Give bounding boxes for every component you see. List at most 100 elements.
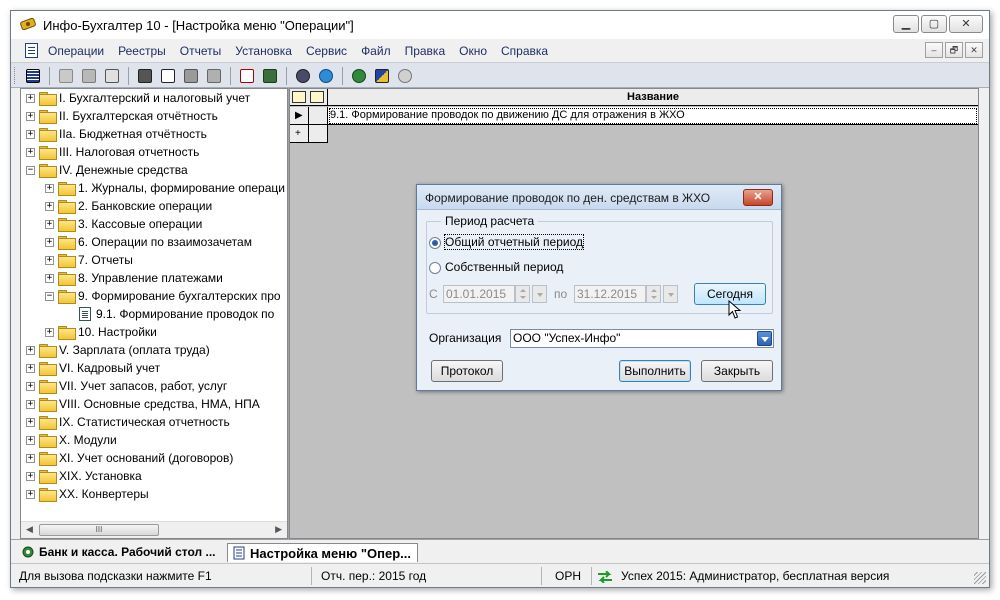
- radio-own-period[interactable]: [429, 262, 441, 274]
- clip-icon[interactable]: [292, 91, 306, 103]
- grid-new-row[interactable]: +: [290, 125, 328, 143]
- tree-item[interactable]: +6. Операции по взаимозачетам: [45, 233, 252, 251]
- radio-common-period-label[interactable]: Общий отчетный период: [444, 234, 584, 250]
- menu-registers[interactable]: Реестры: [111, 44, 173, 58]
- close-window-button[interactable]: ✕: [949, 15, 983, 33]
- tree-item[interactable]: + II. Бухгалтерская отчётность: [26, 107, 218, 125]
- menu-file[interactable]: Файл: [354, 44, 398, 58]
- scroll-thumb[interactable]: III: [39, 524, 159, 536]
- radio-common-period[interactable]: [429, 237, 441, 249]
- expand-icon[interactable]: +: [26, 399, 35, 409]
- tree-item-selected[interactable]: 9.1. Формирование проводок по: [79, 305, 274, 323]
- tree-item[interactable]: + VII. Учет запасов, работ, услуг: [26, 377, 227, 395]
- document-menu-icon[interactable]: [25, 43, 38, 58]
- dropdown-arrow-icon[interactable]: [757, 331, 772, 346]
- menu-setup[interactable]: Установка: [228, 44, 299, 58]
- menu-edit[interactable]: Правка: [398, 44, 453, 58]
- expand-icon[interactable]: +: [45, 273, 54, 283]
- cut-button[interactable]: [102, 66, 122, 86]
- tree-item[interactable]: +2. Банковские операции: [45, 197, 212, 215]
- menu-help[interactable]: Справка: [494, 44, 555, 58]
- expand-icon[interactable]: +: [45, 201, 54, 211]
- to-date-spinner[interactable]: [646, 285, 661, 303]
- to-date-dropdown[interactable]: [663, 285, 678, 303]
- menu-window[interactable]: Окно: [452, 44, 494, 58]
- tree-item[interactable]: +10. Настройки: [45, 323, 157, 341]
- tree-item[interactable]: + XIX. Установка: [26, 467, 142, 485]
- tree-item[interactable]: + III. Налоговая отчетность: [26, 143, 199, 161]
- expand-icon[interactable]: +: [26, 489, 35, 499]
- execute-button[interactable]: Выполнить: [619, 360, 691, 382]
- refresh-button[interactable]: [316, 66, 336, 86]
- tree-item[interactable]: + IIa. Бюджетная отчётность: [26, 125, 207, 143]
- tab-bank-cash[interactable]: Банк и касса. Рабочий стол ...: [17, 543, 222, 562]
- organization-select[interactable]: ООО "Успех-Инфо": [510, 329, 774, 348]
- mdi-minimize-button[interactable]: –: [925, 42, 943, 58]
- tools-button[interactable]: [293, 66, 313, 86]
- tree-item[interactable]: +3. Кассовые операции: [45, 215, 202, 233]
- expand-icon[interactable]: +: [26, 453, 35, 463]
- collapse-icon[interactable]: −: [26, 165, 35, 175]
- expand-icon[interactable]: +: [45, 219, 54, 229]
- expand-icon[interactable]: +: [26, 471, 35, 481]
- palette-button[interactable]: [372, 66, 392, 86]
- tree-item[interactable]: + VIII. Основные средства, НМА, НПА: [26, 395, 260, 413]
- expand-icon[interactable]: +: [26, 129, 35, 139]
- gear-button[interactable]: [349, 66, 369, 86]
- expand-icon[interactable]: +: [26, 345, 35, 355]
- mdi-close-button[interactable]: ✕: [965, 42, 983, 58]
- network-button[interactable]: [395, 66, 415, 86]
- menu-reports[interactable]: Отчеты: [173, 44, 228, 58]
- dialog-close-button[interactable]: ✕: [743, 189, 773, 206]
- grid-cell-name[interactable]: 9.1. Формирование проводок по движению Д…: [328, 107, 978, 125]
- tree-item[interactable]: + XI. Учет оснований (договоров): [26, 449, 233, 467]
- print-button[interactable]: [135, 66, 155, 86]
- tree-item[interactable]: + V. Зарплата (оплата труда): [26, 341, 210, 359]
- toolbar-grip[interactable]: [14, 67, 17, 84]
- expand-icon[interactable]: +: [26, 417, 35, 427]
- tree-item[interactable]: + VI. Кадровый учет: [26, 359, 160, 377]
- expand-icon[interactable]: +: [45, 255, 54, 265]
- menu-service[interactable]: Сервис: [299, 44, 354, 58]
- tree-item[interactable]: − 9. Формирование бухгалтерских про: [45, 287, 281, 305]
- from-date-spinner[interactable]: [515, 285, 530, 303]
- expand-icon[interactable]: +: [26, 111, 35, 121]
- protocol-button[interactable]: Протокол: [431, 360, 503, 382]
- tree-item[interactable]: + I. Бухгалтерский и налоговый учет: [26, 89, 250, 107]
- grid-view-button[interactable]: [23, 66, 43, 86]
- expand-icon[interactable]: +: [26, 147, 35, 157]
- menu-operations[interactable]: Операции: [41, 44, 111, 58]
- tree-item[interactable]: + IX. Статистическая отчетность: [26, 413, 230, 431]
- copy-button[interactable]: [56, 66, 76, 86]
- grid-row[interactable]: ▶ 9.1. Формирование проводок по движению…: [290, 107, 978, 125]
- from-date-field[interactable]: 01.01.2015: [443, 285, 515, 303]
- collapse-icon[interactable]: −: [45, 291, 54, 301]
- tree-item[interactable]: − IV. Денежные средства: [26, 161, 188, 179]
- tree-item[interactable]: +7. Отчеты: [45, 251, 133, 269]
- tree-item[interactable]: + XX. Конвертеры: [26, 485, 149, 503]
- preview-button[interactable]: [158, 66, 178, 86]
- column-header-name[interactable]: Название: [328, 91, 978, 103]
- dialog-title-bar[interactable]: Формирование проводок по ден. средствам …: [417, 185, 781, 210]
- resize-grip[interactable]: [974, 572, 986, 584]
- folder-header-icon[interactable]: [310, 91, 324, 103]
- expand-icon[interactable]: +: [26, 93, 35, 103]
- calculator-button[interactable]: [260, 66, 280, 86]
- tree-horizontal-scrollbar[interactable]: ◀ III ▶: [21, 521, 287, 538]
- close-dialog-button[interactable]: Закрыть: [701, 360, 773, 382]
- scroll-right-icon[interactable]: ▶: [275, 524, 282, 535]
- scroll-left-icon[interactable]: ◀: [26, 524, 33, 535]
- expand-icon[interactable]: +: [26, 435, 35, 445]
- settings-doc-button[interactable]: [204, 66, 224, 86]
- radio-own-period-label[interactable]: Собственный период: [445, 260, 563, 274]
- report-button[interactable]: [237, 66, 257, 86]
- tree-item[interactable]: +1. Журналы, формирование операци: [45, 179, 285, 197]
- tab-menu-settings[interactable]: Настройка меню "Опер...: [227, 543, 418, 562]
- expand-icon[interactable]: +: [26, 363, 35, 373]
- expand-icon[interactable]: +: [26, 381, 35, 391]
- mdi-restore-button[interactable]: 🗗: [945, 42, 963, 58]
- expand-icon[interactable]: +: [45, 237, 54, 247]
- tree-item[interactable]: +8. Управление платежами: [45, 269, 223, 287]
- to-date-field[interactable]: 31.12.2015: [574, 285, 646, 303]
- expand-icon[interactable]: +: [45, 183, 54, 193]
